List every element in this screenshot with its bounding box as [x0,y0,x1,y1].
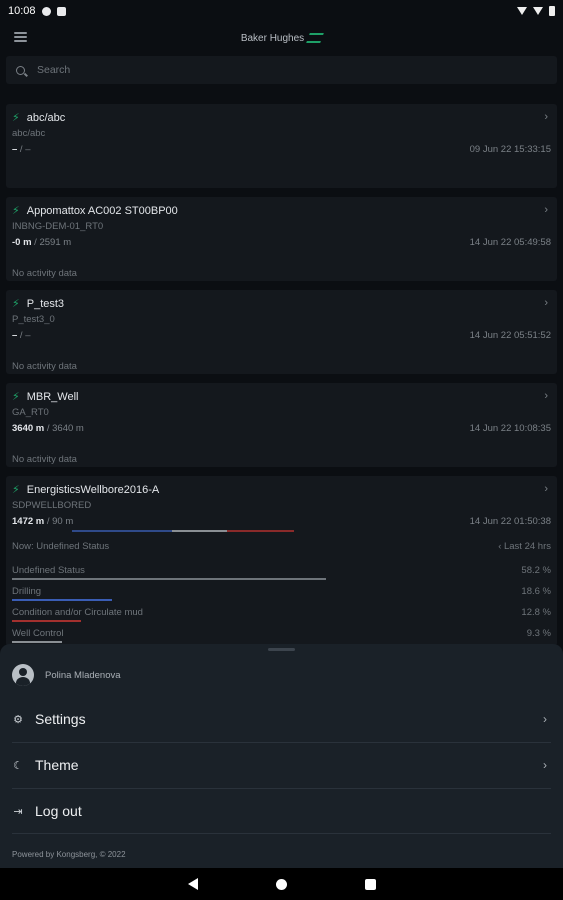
brand-logo: Baker Hughes [240,32,325,44]
status-bar: 10:08 [0,0,563,22]
theme-menu-item[interactable]: ☾ Theme › [0,742,563,788]
no-activity-text: No activity data [12,454,77,465]
bolt-icon: ⚡︎ [12,204,20,217]
activity-stat-label: Well Control [12,628,64,639]
well-card[interactable]: ⚡︎ abc/abc › abc/abc – / – 09 Jun 22 15:3… [6,104,557,188]
notification-icon [41,6,51,16]
system-nav-bar [0,868,563,900]
well-depth: 1472 m / 90 m [12,516,74,527]
app-bar: Baker Hughes [0,22,563,54]
bolt-icon: ⚡︎ [12,483,20,496]
hamburger-menu-icon[interactable] [14,32,27,42]
activity-now-row: Now: Undefined Status ‹ Last 24 hrs [12,541,551,552]
well-timestamp: 09 Jun 22 15:33:15 [469,144,551,155]
search-icon [16,65,25,75]
activity-stat-bar [12,641,62,643]
well-depth: -0 m / 2591 m [12,237,72,248]
well-title: MBR_Well [26,391,79,403]
activity-stat-label: Undefined Status [12,565,85,576]
brand-mark-icon [306,33,325,43]
bolt-icon: ⚡︎ [12,297,20,310]
well-timestamp: 14 Jun 22 05:51:52 [469,330,551,341]
well-depth: – / – [12,144,31,155]
search-input[interactable] [37,64,517,76]
logout-menu-item[interactable]: ⇥ Log out [0,788,563,834]
well-timestamp: 14 Jun 22 01:50:38 [469,516,551,527]
wellbore-name: GA_RT0 [12,407,49,418]
well-depth: 3640 m / 3640 m [12,423,84,434]
back-icon[interactable] [187,878,198,890]
bolt-icon: ⚡︎ [12,111,20,124]
recents-icon[interactable] [364,878,376,890]
chevron-right-icon: › [544,111,548,123]
activity-timeline-bar [72,530,294,532]
activity-stat-value: 58.2 % [521,565,551,576]
no-activity-text: No activity data [12,268,77,279]
well-timestamp: 14 Jun 22 05:49:58 [469,237,551,248]
settings-label: Settings [35,711,86,727]
settings-menu-item[interactable]: ⚙︎ Settings › [0,696,563,742]
activity-stat-bar [12,620,81,622]
wellbore-name: P_test3_0 [12,314,55,325]
signal-icon [533,7,543,15]
well-card[interactable]: ⚡︎ MBR_Well › GA_RT0 3640 m / 3640 m 14 J… [6,383,557,467]
chevron-right-icon: › [544,204,548,216]
avatar [12,664,34,686]
drag-handle[interactable] [268,648,295,651]
well-card[interactable]: ⚡︎ P_test3 › P_test3_0 – / – 14 Jun 22 05… [6,290,557,374]
status-time: 10:08 [8,5,36,17]
user-profile: Polina Mladenova [12,664,121,686]
activity-stat-value: 18.6 % [521,586,551,597]
well-title: abc/abc [26,112,66,124]
activity-stat-row: Well Control 9.3 % [12,628,551,639]
activity-stat-row: Condition and/or Circulate mud 12.8 % [12,607,551,618]
wifi-icon [517,7,527,15]
well-title: EnergisticsWellbore2016-A [26,484,160,496]
well-title: P_test3 [26,298,65,310]
logout-icon: ⇥ [13,805,23,818]
wellbore-name: SDPWELLBORED [12,500,92,511]
activity-bar-segment [72,530,172,532]
activity-bar-segment [227,530,294,532]
activity-stat-label: Condition and/or Circulate mud [12,607,143,618]
well-card[interactable]: ⚡︎ EnergisticsWellbore2016-A › SDPWELLBOR… [6,476,557,646]
bottom-sheet: Polina Mladenova ⚙︎ Settings › ☾ Theme ›… [0,644,563,868]
wellbore-name: abc/abc [12,128,46,139]
bolt-icon: ⚡︎ [12,390,20,403]
powered-by-text: Powered by Kongsberg, © 2022 [12,850,126,859]
activity-stat-value: 12.8 % [521,607,551,618]
user-name: Polina Mladenova [45,669,121,681]
activity-stat-bar [12,578,326,580]
logout-label: Log out [35,803,82,819]
brand-name: Baker Hughes [240,32,305,44]
chevron-right-icon: › [543,758,547,772]
storage-icon [56,6,66,16]
activity-stat-row: Drilling 18.6 % [12,586,551,597]
theme-label: Theme [35,757,79,773]
activity-stat-label: Drilling [12,586,42,597]
time-range-selector[interactable]: ‹ Last 24 hrs [498,541,551,552]
home-icon[interactable] [275,878,287,890]
well-card[interactable]: ⚡︎ Appomattox AC002 ST00BP00 › INBNG-DEM-… [6,197,557,281]
chevron-right-icon: › [544,297,548,309]
moon-icon: ☾ [13,759,23,772]
search-bar [6,56,557,84]
gear-icon: ⚙︎ [13,713,23,726]
no-activity-text: No activity data [12,361,77,372]
activity-now-label: Now: Undefined Status [12,541,110,552]
chevron-right-icon: › [544,390,548,402]
activity-stat-row: Undefined Status 58.2 % [12,565,551,576]
well-timestamp: 14 Jun 22 10:08:35 [469,423,551,434]
chevron-right-icon: › [543,712,547,726]
wellbore-name: INBNG-DEM-01_RT0 [12,221,104,232]
activity-stat-bar [12,599,112,601]
divider [12,833,551,834]
well-title: Appomattox AC002 ST00BP00 [26,205,178,217]
battery-icon [549,6,555,16]
activity-bar-segment [171,530,228,532]
well-depth: – / – [12,330,31,341]
activity-stat-value: 9.3 % [526,628,551,639]
chevron-right-icon: › [544,483,548,495]
